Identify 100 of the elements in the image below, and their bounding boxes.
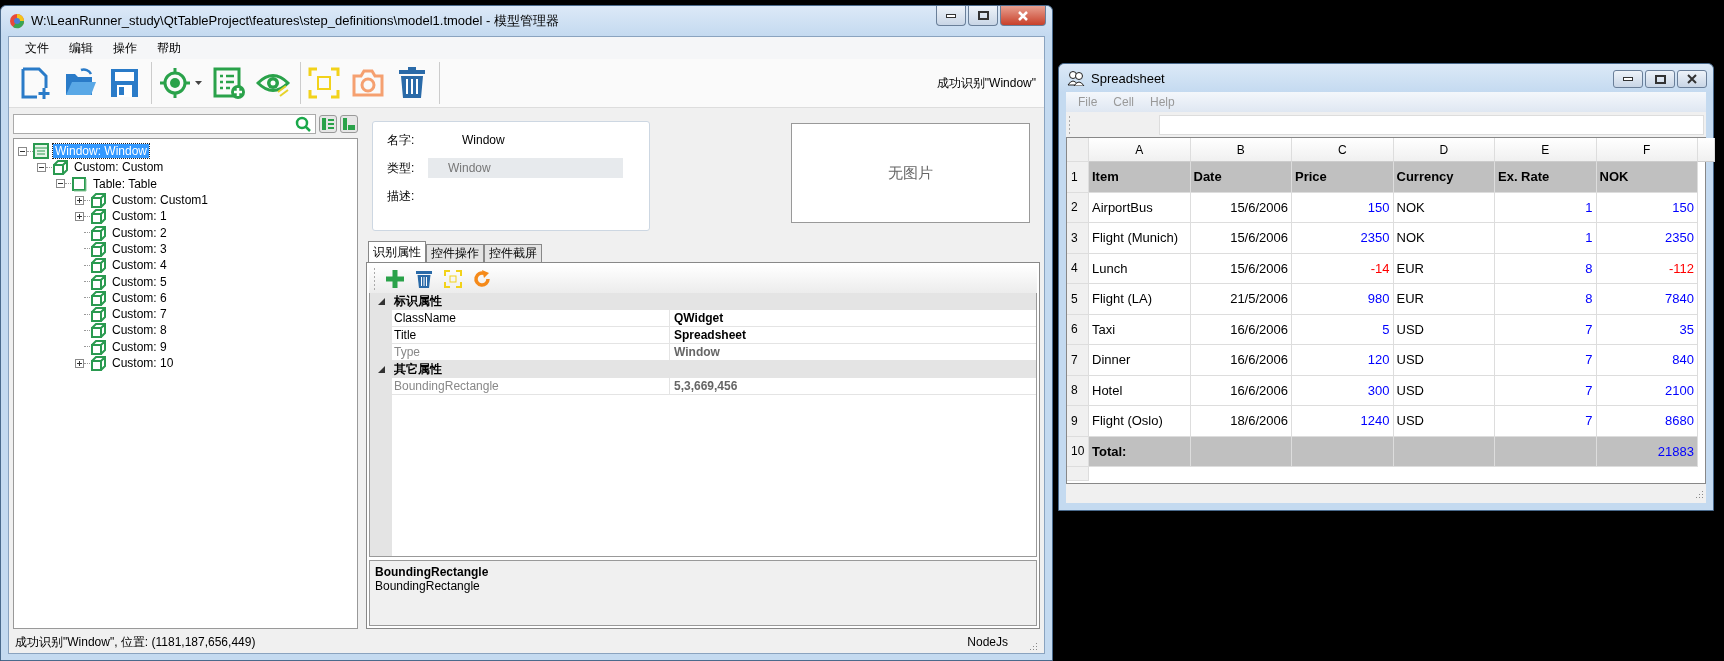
- field-label: 名字:: [387, 131, 416, 149]
- tree-item[interactable]: Custom: 9: [110, 339, 169, 354]
- property-value: QWidget: [673, 311, 724, 325]
- expander-icon[interactable]: [75, 358, 84, 368]
- minimize-button[interactable]: [1613, 70, 1643, 88]
- table-cell: USD: [1396, 321, 1424, 337]
- table-cell: Hotel: [1092, 382, 1123, 398]
- formula-field[interactable]: [1159, 114, 1704, 135]
- table-cell: NOK: [1396, 230, 1425, 246]
- expander-icon[interactable]: [56, 179, 65, 189]
- help-title: BoundingRectangle: [375, 565, 490, 579]
- table-cell: 7840: [1665, 291, 1694, 307]
- preview-text: 无图片: [888, 163, 933, 183]
- table-cell: Total:: [1092, 443, 1127, 459]
- close-button[interactable]: [1000, 6, 1046, 26]
- toolbar-grip: [373, 268, 376, 290]
- tree-item[interactable]: Custom: 6: [110, 290, 169, 305]
- refresh-icon[interactable]: [472, 269, 492, 289]
- row-header[interactable]: 7: [1067, 345, 1089, 376]
- trash-icon[interactable]: [414, 269, 434, 289]
- expand-all-button[interactable]: [319, 115, 337, 133]
- column-header[interactable]: D: [1393, 138, 1495, 162]
- close-button[interactable]: [1677, 70, 1707, 88]
- column-header[interactable]: B: [1190, 138, 1292, 162]
- property-name: ClassName: [392, 310, 670, 326]
- window-title: Spreadsheet: [1091, 70, 1166, 86]
- row-header[interactable]: 10: [1067, 436, 1089, 467]
- menu-item[interactable]: 帮助: [147, 39, 191, 57]
- tree-item[interactable]: Custom: Custom: [72, 160, 166, 175]
- row-header[interactable]: 4: [1067, 253, 1089, 284]
- table-cell: EUR: [1396, 260, 1424, 276]
- tree-item[interactable]: Custom: 7: [110, 307, 169, 322]
- group-toggle-icon[interactable]: [377, 298, 385, 305]
- tree-item[interactable]: Custom: 2: [110, 225, 169, 240]
- table-cell: -112: [1668, 260, 1694, 276]
- table-cell: 840: [1672, 352, 1694, 368]
- row-header[interactable]: 2: [1067, 192, 1089, 223]
- status-mode: NodeJs: [967, 635, 1009, 649]
- caret-icon[interactable]: [195, 81, 202, 85]
- corner-cell[interactable]: [1067, 138, 1089, 162]
- tab[interactable]: 识别属性: [368, 241, 426, 262]
- tree-item[interactable]: Custom: Custom1: [110, 193, 211, 208]
- row-header[interactable]: 9: [1067, 406, 1089, 437]
- resize-grip-icon: [1028, 641, 1038, 651]
- tree-item[interactable]: Custom: 8: [110, 323, 169, 338]
- group-toggle-icon[interactable]: [377, 366, 385, 373]
- property-value: Window: [673, 345, 720, 359]
- tree-item[interactable]: Table: Table: [91, 176, 159, 191]
- column-header[interactable]: A: [1089, 138, 1191, 162]
- cube-icon: [90, 208, 106, 225]
- minimize-icon: [946, 13, 956, 18]
- plus-icon[interactable]: [385, 269, 405, 289]
- tree-item[interactable]: Custom: 5: [110, 274, 169, 289]
- table-cell: 300: [1367, 382, 1390, 398]
- close-icon: [1686, 74, 1698, 84]
- search-icon[interactable]: [295, 116, 311, 132]
- minimize-icon: [1623, 77, 1633, 81]
- list-add-icon[interactable]: [212, 66, 246, 100]
- row-header[interactable]: 1: [1067, 162, 1089, 193]
- table-cell: 7: [1585, 321, 1593, 337]
- table-cell: 21/5/2006: [1230, 291, 1288, 307]
- table-cell: Price: [1295, 169, 1327, 185]
- menu-item[interactable]: 操作: [103, 39, 147, 57]
- table-cell: EUR: [1396, 291, 1424, 307]
- expander-icon[interactable]: [37, 162, 46, 172]
- tab[interactable]: 控件操作: [426, 244, 484, 262]
- search-field[interactable]: [13, 114, 316, 134]
- row-header[interactable]: 8: [1067, 375, 1089, 406]
- table-cell: USD: [1396, 382, 1424, 398]
- tab[interactable]: 控件截屏: [484, 244, 542, 262]
- expander-icon[interactable]: [75, 211, 84, 221]
- tree-item[interactable]: Custom: 4: [110, 258, 169, 273]
- tree-item[interactable]: Custom: 3: [110, 241, 169, 256]
- new-file-icon[interactable]: [19, 66, 53, 100]
- row-header[interactable]: 3: [1067, 223, 1089, 254]
- cube-icon: [90, 224, 106, 241]
- row-header[interactable]: 5: [1067, 284, 1089, 315]
- resize-grip-icon: [1694, 489, 1704, 499]
- collapse-all-button[interactable]: [340, 115, 358, 133]
- minimize-button[interactable]: [936, 6, 966, 26]
- cube-icon: [90, 322, 106, 339]
- expander-icon[interactable]: [18, 146, 27, 156]
- group-title[interactable]: 标识属性: [392, 293, 442, 310]
- column-header[interactable]: F: [1596, 138, 1698, 162]
- tree-item[interactable]: Custom: 1: [110, 209, 169, 224]
- row-header[interactable]: 6: [1067, 314, 1089, 345]
- maximize-button[interactable]: [968, 6, 998, 26]
- column-header[interactable]: C: [1292, 138, 1394, 162]
- group-title[interactable]: 其它属性: [392, 361, 442, 378]
- menu-item[interactable]: 文件: [15, 39, 59, 57]
- property-value: 5,3,669,456: [673, 379, 738, 393]
- name-field[interactable]: Window: [442, 133, 505, 147]
- type-field[interactable]: Window: [428, 158, 623, 178]
- menu-item[interactable]: 编辑: [59, 39, 103, 57]
- column-header[interactable]: E: [1495, 138, 1597, 162]
- table-cell: 150: [1367, 199, 1390, 215]
- maximize-button[interactable]: [1645, 70, 1675, 88]
- tree-item[interactable]: Custom: 10: [110, 356, 176, 370]
- table-cell: 35: [1679, 321, 1694, 337]
- expander-icon[interactable]: [75, 195, 84, 205]
